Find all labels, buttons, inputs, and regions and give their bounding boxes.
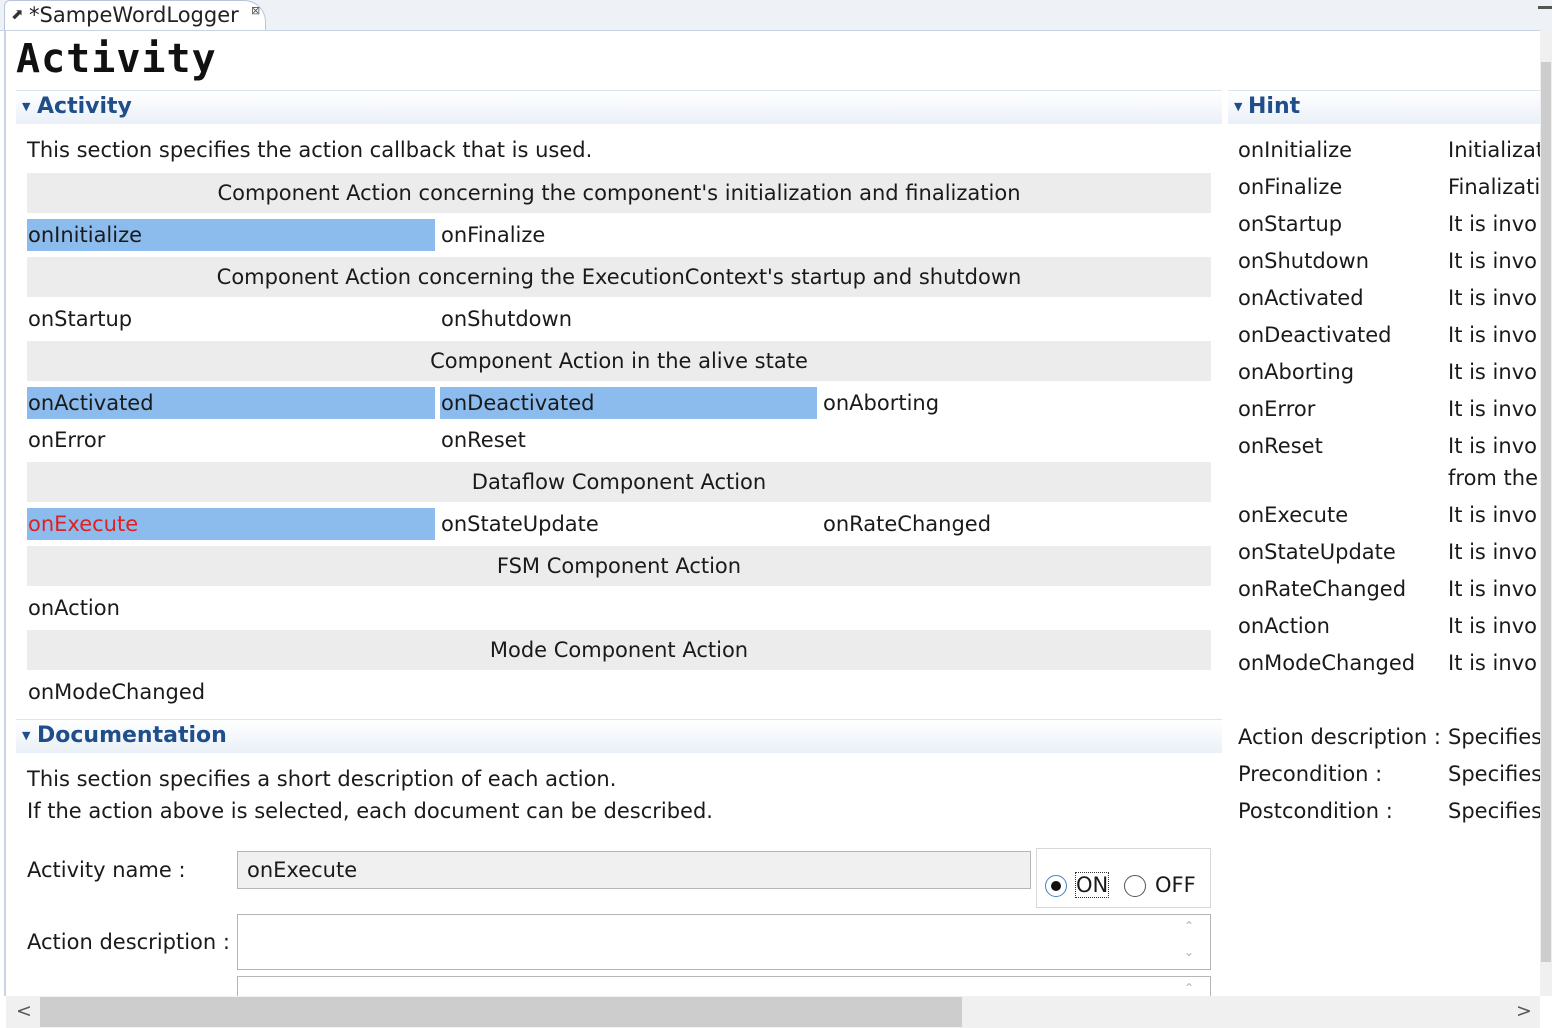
hint-doc-text: Specifies bbox=[1448, 799, 1540, 823]
hint-text: It is invo bbox=[1448, 577, 1537, 601]
group-alive-state: Component Action in the alive state bbox=[27, 341, 1211, 381]
vertical-scroll-thumb[interactable] bbox=[1541, 62, 1551, 962]
collapse-twisty-icon[interactable]: ▼ bbox=[22, 100, 30, 113]
tab-title: *SampeWordLogger bbox=[29, 3, 239, 27]
activity-name-label: Activity name : bbox=[27, 858, 186, 882]
hint-name: onAborting bbox=[1238, 360, 1355, 384]
hint-section-header[interactable]: ▼ Hint bbox=[1228, 90, 1540, 124]
action-description-textarea[interactable]: ⌃ ⌄ bbox=[237, 914, 1211, 970]
dirty-editor-icon: ⬈ bbox=[11, 5, 24, 23]
hint-name: onStateUpdate bbox=[1238, 540, 1396, 564]
hint-text: It is invo bbox=[1448, 286, 1537, 310]
group-mode: Mode Component Action bbox=[27, 630, 1211, 670]
hint-text: It is invo bbox=[1448, 360, 1537, 384]
hint-doc-name: Precondition : bbox=[1238, 762, 1383, 786]
hint-list: onInitialize Initializat onFinalize Fina… bbox=[1238, 138, 1540, 698]
group-init-finalize: Component Action concerning the componen… bbox=[27, 173, 1211, 213]
activity-name-field: onExecute bbox=[237, 851, 1031, 889]
form-title: Activity bbox=[16, 36, 217, 82]
hint-name: onExecute bbox=[1238, 503, 1349, 527]
action-onstartup[interactable]: onStartup bbox=[27, 303, 435, 335]
hint-documentation-list: Action description : Specifies Precondit… bbox=[1238, 725, 1540, 845]
hint-text-continued: from the bbox=[1448, 466, 1539, 490]
hint-text: It is invo bbox=[1448, 249, 1537, 273]
scroll-left-icon[interactable]: < bbox=[16, 1000, 32, 1022]
hint-text: It is invo bbox=[1448, 614, 1537, 638]
hint-text: Initializat bbox=[1448, 138, 1540, 162]
frame-border bbox=[4, 30, 6, 996]
scroll-down-icon[interactable]: ⌄ bbox=[1184, 945, 1194, 959]
hint-name: onFinalize bbox=[1238, 175, 1343, 199]
hint-name: onDeactivated bbox=[1238, 323, 1392, 347]
scroll-up-icon[interactable]: ⌃ bbox=[1184, 981, 1194, 995]
action-onshutdown[interactable]: onShutdown bbox=[440, 303, 816, 335]
editor-tab[interactable]: ⬈ *SampeWordLogger ⊠ bbox=[4, 0, 266, 30]
group-dataflow: Dataflow Component Action bbox=[27, 462, 1211, 502]
action-onratechanged[interactable]: onRateChanged bbox=[822, 508, 1198, 540]
hint-name: onStartup bbox=[1238, 212, 1343, 236]
hint-name: onAction bbox=[1238, 614, 1330, 638]
scroll-right-icon[interactable]: > bbox=[1516, 1000, 1532, 1022]
group-fsm: FSM Component Action bbox=[27, 546, 1211, 586]
collapse-twisty-icon[interactable]: ▼ bbox=[1234, 100, 1242, 113]
on-radio-button[interactable] bbox=[1045, 875, 1067, 897]
hint-name: onInitialize bbox=[1238, 138, 1353, 162]
hint-name: onActivated bbox=[1238, 286, 1364, 310]
hint-section-title: Hint bbox=[1248, 94, 1301, 119]
hint-doc-text: Specifies bbox=[1448, 725, 1540, 749]
activity-section-title: Activity bbox=[37, 94, 132, 119]
action-onerror[interactable]: onError bbox=[27, 424, 435, 456]
action-description-label: Action description : bbox=[27, 930, 230, 954]
horizontal-scrollbar[interactable]: < > bbox=[6, 996, 1540, 1028]
action-onexecute[interactable]: onExecute bbox=[27, 508, 435, 540]
hint-name: onModeChanged bbox=[1238, 651, 1416, 675]
off-radio-label[interactable]: OFF bbox=[1155, 873, 1196, 897]
hint-name: onShutdown bbox=[1238, 249, 1370, 273]
hint-name: onError bbox=[1238, 397, 1316, 421]
action-onmodechanged[interactable]: onModeChanged bbox=[27, 676, 435, 708]
hint-text: It is invo bbox=[1448, 323, 1537, 347]
group-ec-startup-shutdown: Component Action concerning the Executio… bbox=[27, 257, 1211, 297]
maximize-icon[interactable] bbox=[1538, 6, 1552, 9]
action-onactivated[interactable]: onActivated bbox=[27, 387, 435, 419]
radio-selected-dot bbox=[1051, 881, 1061, 891]
documentation-description-line2: If the action above is selected, each do… bbox=[27, 799, 713, 823]
hint-text: It is invo bbox=[1448, 540, 1537, 564]
documentation-section-title: Documentation bbox=[37, 723, 227, 748]
hint-doc-name: Action description : bbox=[1238, 725, 1441, 749]
hint-text: It is invo bbox=[1448, 503, 1537, 527]
hint-text: Finalizati bbox=[1448, 175, 1540, 199]
hint-text: It is invo bbox=[1448, 212, 1537, 236]
hint-text: It is invo bbox=[1448, 397, 1537, 421]
action-ondeactivated[interactable]: onDeactivated bbox=[440, 387, 817, 419]
on-off-radio-group: ON OFF bbox=[1036, 848, 1211, 908]
action-oninitialize[interactable]: onInitialize bbox=[27, 219, 435, 251]
on-radio-label[interactable]: ON bbox=[1074, 872, 1110, 898]
off-radio-button[interactable] bbox=[1124, 875, 1146, 897]
scroll-up-icon[interactable]: ⌃ bbox=[1184, 919, 1194, 933]
documentation-section-header[interactable]: ▼ Documentation bbox=[16, 719, 1222, 753]
hint-name: onRateChanged bbox=[1238, 577, 1407, 601]
action-onaction[interactable]: onAction bbox=[27, 592, 435, 624]
documentation-description-line1: This section specifies a short descripti… bbox=[27, 767, 617, 791]
collapse-twisty-icon[interactable]: ▼ bbox=[22, 729, 30, 742]
horizontal-scroll-thumb[interactable] bbox=[40, 997, 962, 1027]
activity-section-header[interactable]: ▼ Activity bbox=[16, 90, 1222, 124]
action-onfinalize[interactable]: onFinalize bbox=[440, 219, 816, 251]
hint-text: It is invo bbox=[1448, 651, 1537, 675]
hint-name: onReset bbox=[1238, 434, 1323, 458]
hint-doc-text: Specifies bbox=[1448, 762, 1540, 786]
action-onstateupdate[interactable]: onStateUpdate bbox=[440, 508, 816, 540]
action-onreset[interactable]: onReset bbox=[440, 424, 816, 456]
action-onaborting[interactable]: onAborting bbox=[822, 387, 1198, 419]
activity-section-description: This section specifies the action callba… bbox=[27, 138, 593, 162]
hint-doc-name: Postcondition : bbox=[1238, 799, 1393, 823]
close-icon[interactable]: ⊠ bbox=[251, 4, 260, 17]
hint-text: It is invo bbox=[1448, 434, 1537, 458]
